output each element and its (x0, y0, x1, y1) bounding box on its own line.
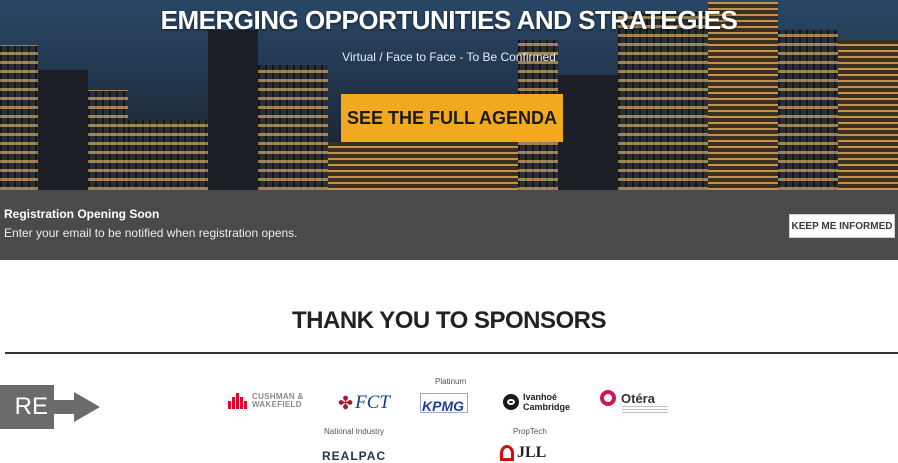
registration-text: Enter your email to be notified when reg… (4, 226, 298, 240)
hero-title: EMERGING OPPORTUNITIES AND STRATEGIES (160, 5, 738, 35)
logo-text: FCT (355, 392, 390, 413)
registration-bar: Registration Opening Soon Enter your ema… (0, 190, 898, 260)
ivanhoe-cambridge-icon (503, 394, 519, 410)
tier-label-national-industry: National Industry (324, 427, 385, 436)
otera-icon (600, 390, 616, 406)
sponsor-logo-realpac[interactable]: REALPAC (322, 449, 386, 463)
tier-label-proptech: PropTech (513, 427, 547, 436)
sponsor-logo-jll[interactable]: JLL (500, 444, 546, 462)
logo-text: Cambridge (523, 402, 571, 412)
building (38, 70, 88, 190)
sponsor-logo-ivanhoe-cambridge[interactable]: Ivanhoé Cambridge (503, 392, 570, 412)
hero-banner: EMERGING OPPORTUNITIES AND STRATEGIES Vi… (0, 0, 898, 190)
callout-arrow-label: RE (0, 385, 54, 429)
arrow-right-icon (74, 392, 100, 422)
building (558, 75, 618, 190)
logo-text: Ivanhoé (523, 392, 558, 402)
tier-label-platinum: Platinum (435, 377, 467, 386)
building (258, 65, 328, 190)
building (618, 12, 708, 190)
logo-text: JLL (517, 444, 547, 461)
building (0, 45, 38, 190)
keep-me-informed-button[interactable]: KEEP ME INFORMED (789, 214, 895, 238)
logo-fine-print (622, 405, 668, 413)
building (128, 120, 208, 190)
building (88, 90, 128, 190)
sponsor-logo-cushman-wakefield[interactable]: CUSHMAN & WAKEFIELD (228, 393, 304, 409)
see-full-agenda-button[interactable]: SEE THE FULL AGENDA (341, 94, 563, 142)
registration-title: Registration Opening Soon (4, 207, 160, 221)
sponsor-logo-otera[interactable]: Otéra (600, 390, 655, 406)
maple-leaf-icon: ✤ (338, 392, 354, 413)
divider (5, 352, 898, 354)
cushman-wakefield-icon (228, 393, 248, 409)
sponsors-heading: THANK YOU TO SPONSORS (292, 307, 607, 334)
hero-subtitle: Virtual / Face to Face - To Be Confirmed (342, 50, 556, 64)
jll-icon (500, 445, 514, 461)
sponsor-logo-fct[interactable]: ✤ FCT (338, 392, 390, 414)
logo-text: KPMG (422, 398, 464, 414)
logo-text: WAKEFIELD (252, 400, 302, 409)
building (328, 142, 518, 190)
arrow-right-icon (54, 400, 76, 414)
logo-text: Otéra (621, 390, 655, 406)
